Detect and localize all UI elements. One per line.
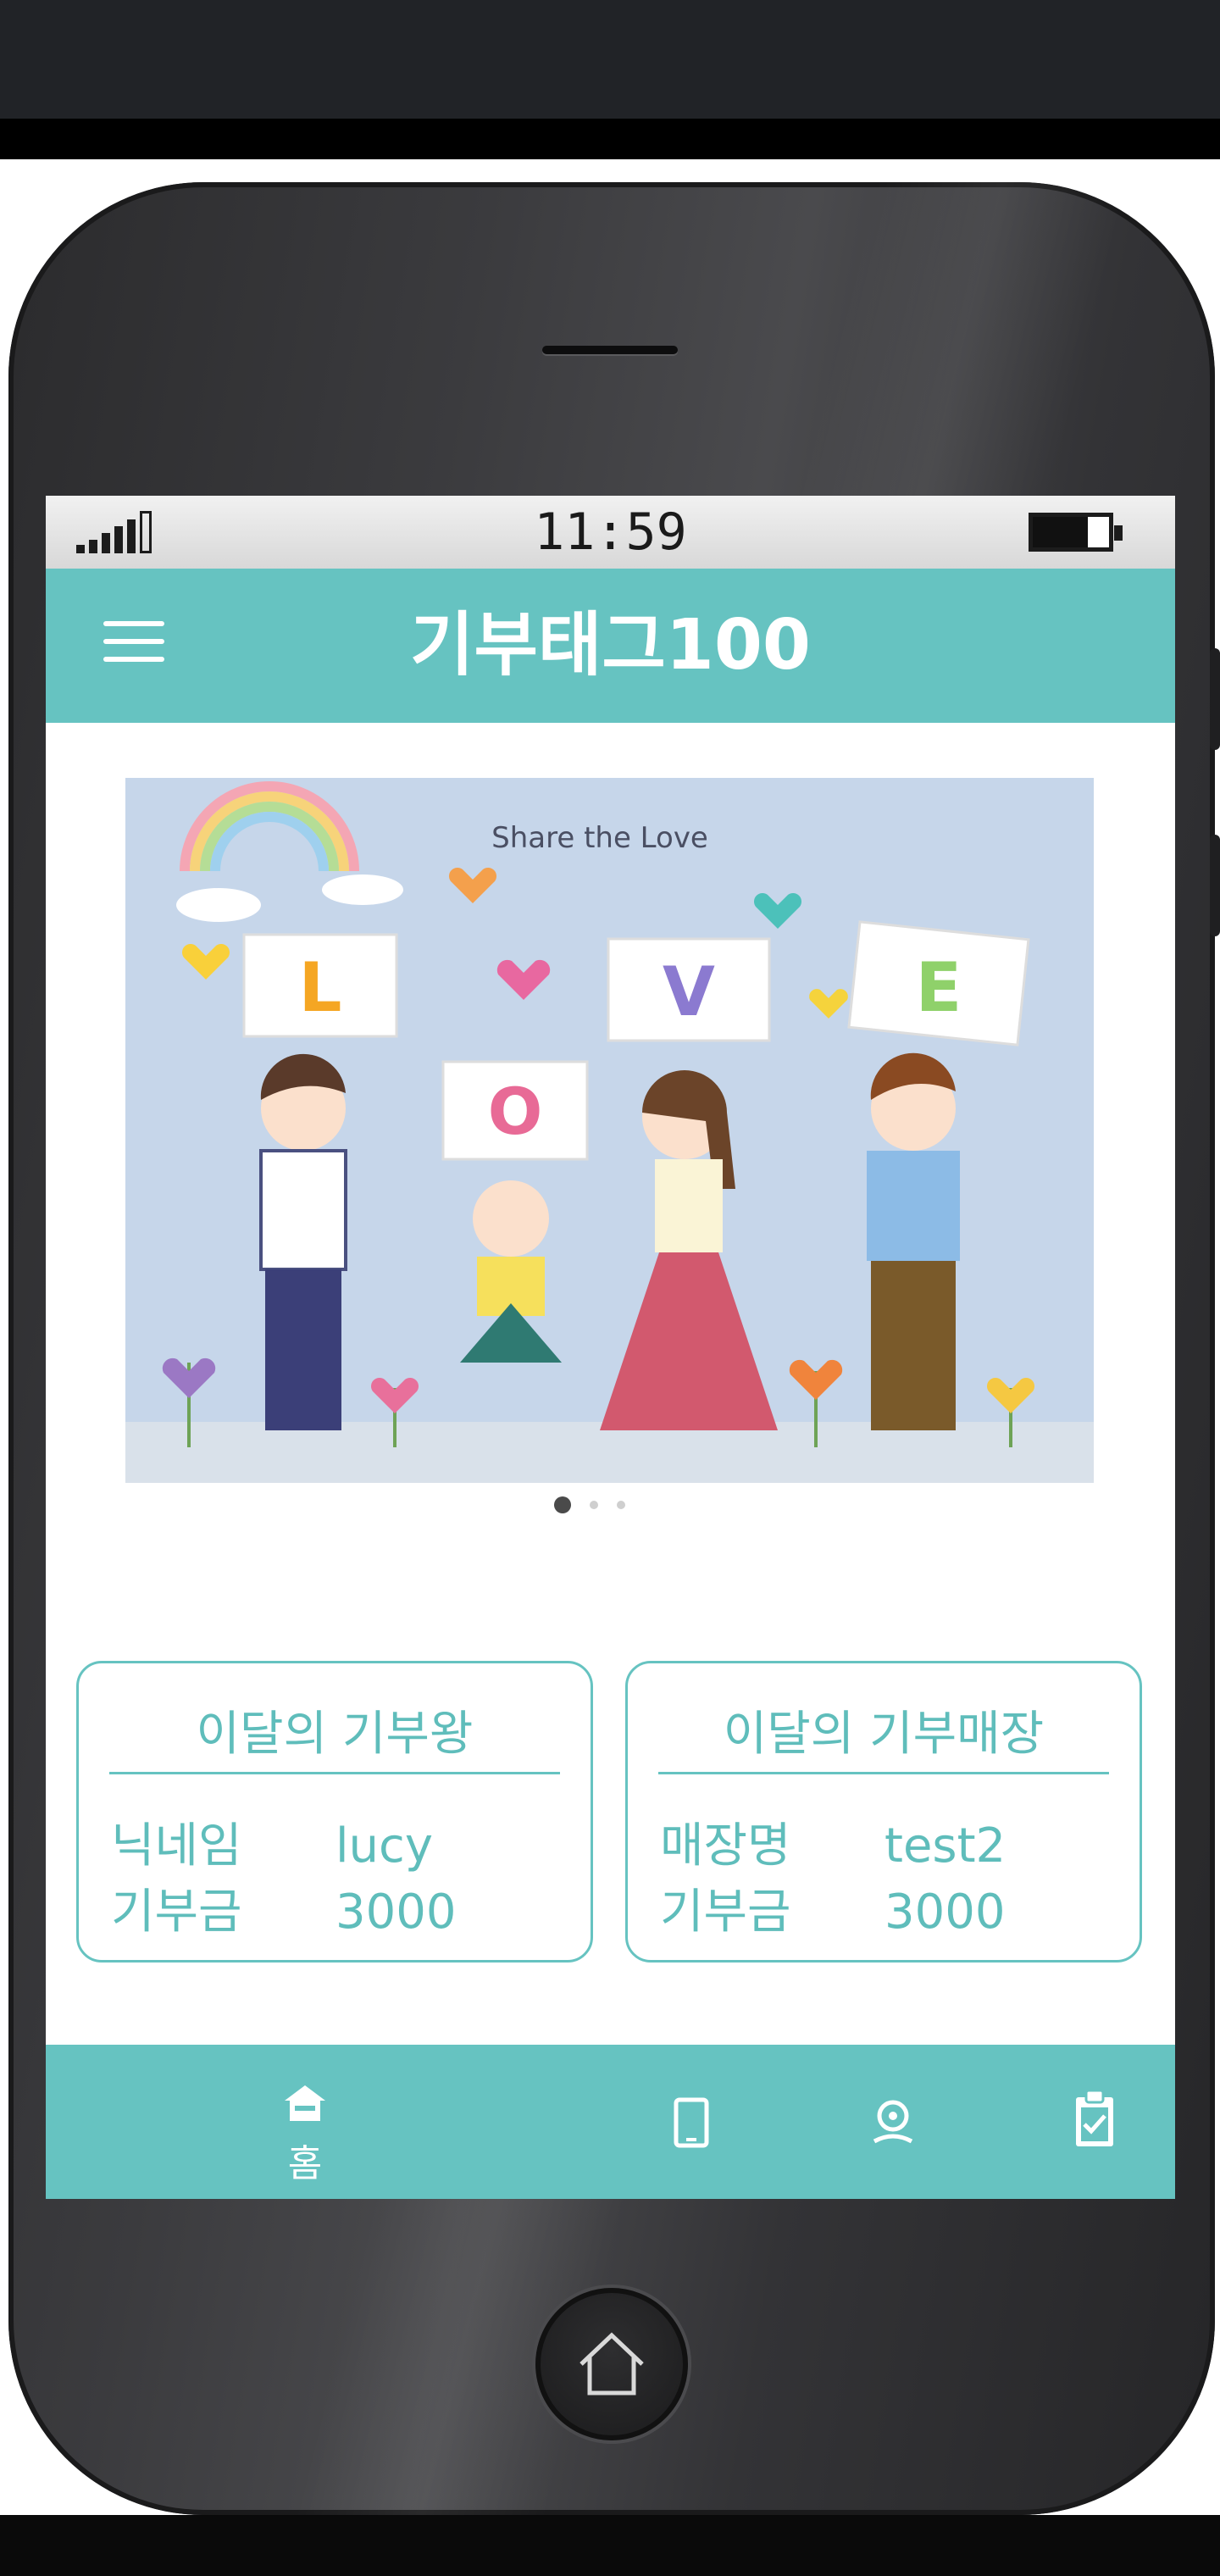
- volume-up-button: [1210, 648, 1220, 750]
- top-dark-band: [0, 0, 1220, 119]
- banner-letter-o: O: [488, 1074, 543, 1149]
- status-time: 11:59: [534, 502, 687, 562]
- banner-letter-v: V: [663, 952, 715, 1031]
- donation-amount-label: 기부금: [111, 1885, 242, 1940]
- status-bar: 11:59: [46, 496, 1175, 569]
- donation-king-card[interactable]: 이달의 기부왕 닉네임 lucy 기부금 3000: [76, 1661, 593, 1963]
- donation-store-card[interactable]: 이달의 기부매장 매장명 test2 기부금 3000: [625, 1661, 1142, 1963]
- home-outline-icon: [580, 2332, 644, 2396]
- banner-heading: Share the Love: [491, 821, 708, 855]
- clipboard-check-icon: [1076, 2089, 1113, 2146]
- card-title: 이달의 기부왕: [196, 1707, 474, 1762]
- nav-home-label: 홈: [287, 2142, 323, 2185]
- phone-screen: 11:59 기부태그100 Share the Love L O V E 이달의…: [46, 496, 1175, 2199]
- store-name-value: test2: [884, 1818, 1006, 1874]
- nav-home[interactable]: 홈: [237, 2045, 373, 2199]
- nav-location[interactable]: [825, 2045, 961, 2199]
- carousel-dot-2[interactable]: [590, 1501, 598, 1509]
- carousel-dot-1[interactable]: [554, 1496, 571, 1513]
- app-title: 기부태그100: [410, 605, 811, 686]
- carousel-dot-3[interactable]: [617, 1501, 625, 1509]
- card-divider: [658, 1772, 1109, 1774]
- earpiece-speaker: [542, 346, 678, 354]
- location-pin-icon: [873, 2100, 913, 2144]
- bottom-navigation: 홈: [46, 2045, 1175, 2199]
- banner-letter-l: L: [299, 948, 342, 1027]
- donation-amount-value: 3000: [884, 1885, 1006, 1940]
- nickname-value: lucy: [336, 1818, 433, 1874]
- donation-amount-value: 3000: [336, 1885, 457, 1940]
- mobile-phone-icon: [674, 2097, 709, 2148]
- phone-home-button[interactable]: [535, 2288, 688, 2440]
- nav-clipboard[interactable]: [1027, 2045, 1162, 2199]
- bottom-dark-band: [0, 2515, 1220, 2576]
- card-title: 이달의 기부매장: [723, 1707, 1045, 1762]
- app-bar: 기부태그100: [46, 569, 1175, 723]
- banner-letter-e: E: [916, 948, 962, 1027]
- nav-mobile[interactable]: [624, 2045, 760, 2199]
- volume-down-button: [1210, 835, 1220, 936]
- banner-carousel[interactable]: Share the Love L O V E: [125, 778, 1094, 1483]
- nickname-label: 닉네임: [111, 1818, 242, 1874]
- love-illustration: Share the Love L O V E: [125, 778, 1094, 1483]
- store-name-row: 매장명 test2: [660, 1807, 1006, 1876]
- nickname-row: 닉네임 lucy: [111, 1807, 433, 1876]
- battery-icon: [1029, 513, 1123, 552]
- donation-amount-row: 기부금 3000: [111, 1874, 457, 1942]
- home-icon: [285, 2085, 325, 2121]
- donation-amount-label: 기부금: [660, 1885, 791, 1940]
- carousel-indicator[interactable]: [554, 1494, 625, 1516]
- donation-amount-row: 기부금 3000: [660, 1874, 1006, 1942]
- store-name-label: 매장명: [660, 1818, 791, 1874]
- card-divider: [109, 1772, 560, 1774]
